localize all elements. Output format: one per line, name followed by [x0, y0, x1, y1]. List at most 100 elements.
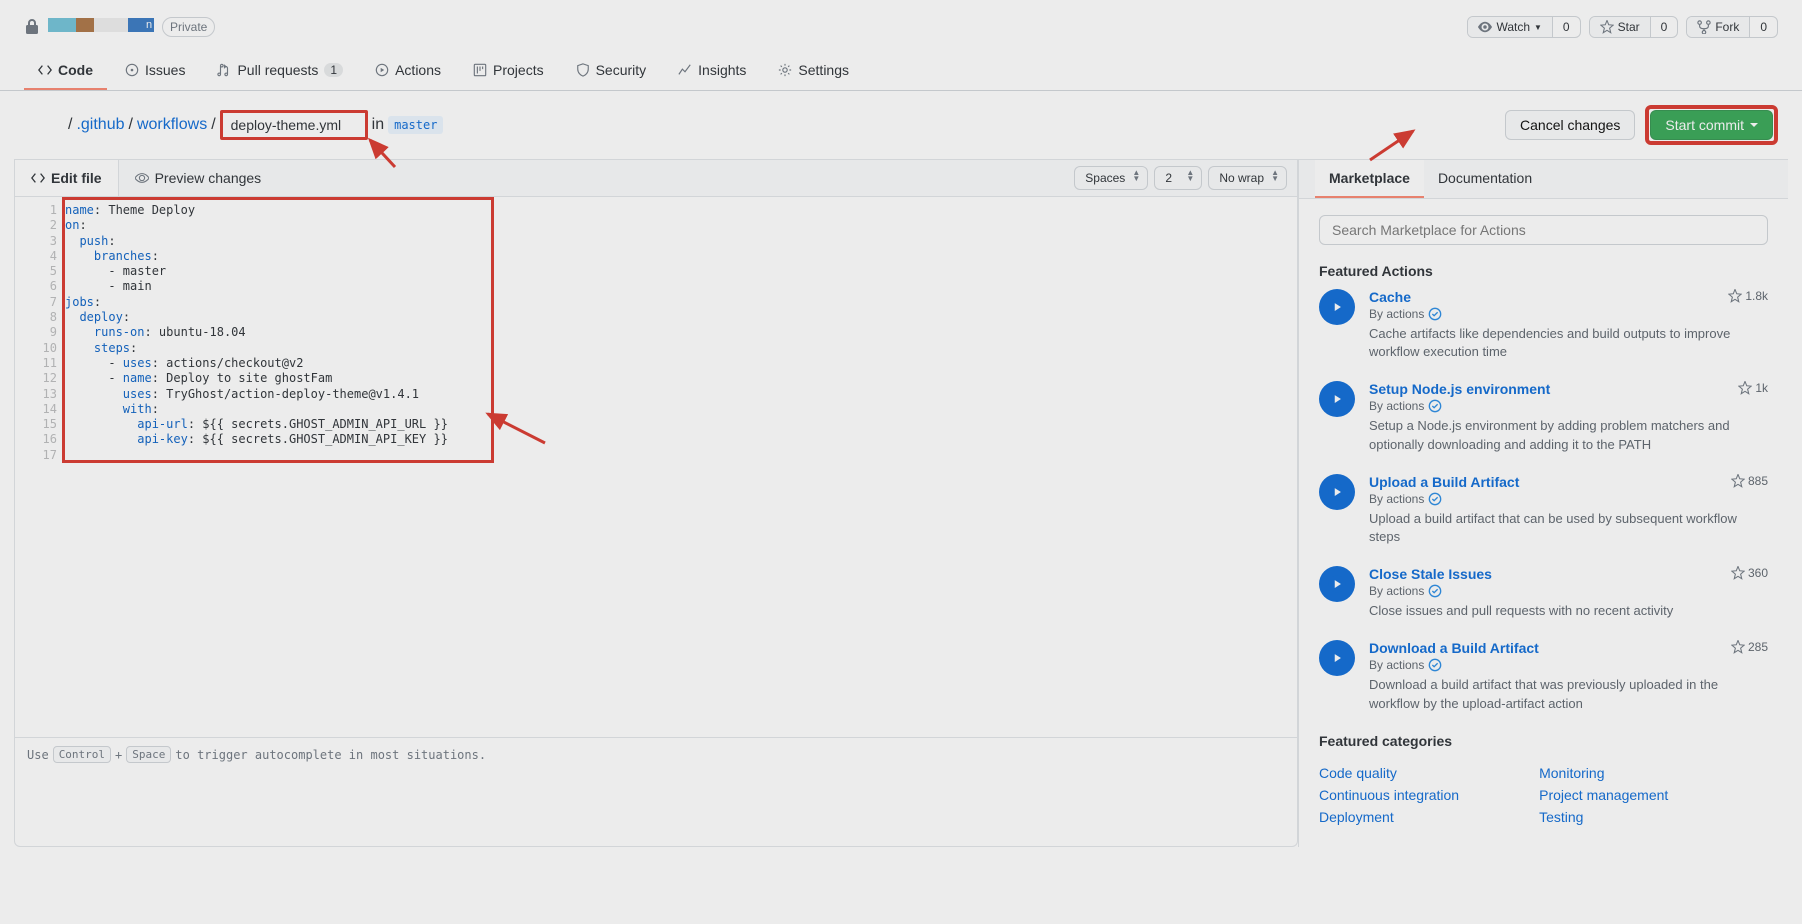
- tab-documentation[interactable]: Documentation: [1424, 160, 1546, 198]
- category-link[interactable]: Testing: [1539, 809, 1668, 825]
- action-by: By actions: [1369, 658, 1768, 672]
- play-icon: [1319, 474, 1355, 510]
- action-stars: 1k: [1738, 381, 1768, 395]
- action-title: Cache: [1369, 289, 1411, 305]
- star-label: Star: [1618, 20, 1640, 34]
- editor-tabs: Edit file Preview changes Spaces▲▼ 2▲▼ N…: [15, 160, 1297, 197]
- breadcrumb: / .github / workflows / in master: [68, 110, 443, 140]
- fork-icon: [1697, 20, 1711, 34]
- action-item[interactable]: Upload a Build Artifact 885 By actions Up…: [1319, 474, 1768, 546]
- editor-footer: Use Control + Space to trigger autocompl…: [15, 737, 1297, 771]
- eye-icon: [135, 171, 149, 185]
- action-desc: Setup a Node.js environment by adding pr…: [1369, 417, 1768, 453]
- fork-label: Fork: [1715, 20, 1739, 34]
- tab-marketplace[interactable]: Marketplace: [1315, 160, 1424, 198]
- action-stars: 1.8k: [1728, 289, 1768, 303]
- line-gutter: 1234567891011121314151617: [15, 197, 65, 737]
- action-item[interactable]: Cache 1.8kBy actions Cache artifacts lik…: [1319, 289, 1768, 361]
- search-marketplace-input[interactable]: [1319, 215, 1768, 245]
- code-editor[interactable]: 1234567891011121314151617 name: Theme De…: [15, 197, 1297, 737]
- nav-actions[interactable]: Actions: [361, 52, 455, 90]
- private-badge: Private: [162, 17, 215, 37]
- action-stars: 360: [1731, 566, 1768, 580]
- sidebar-tabs: Marketplace Documentation: [1299, 160, 1788, 199]
- kbd-space: Space: [126, 746, 171, 763]
- crumb-workflows[interactable]: workflows: [137, 116, 207, 134]
- branch-label: master: [388, 116, 443, 134]
- eye-icon: [1478, 20, 1492, 34]
- caret-down-icon: [1750, 123, 1758, 127]
- action-title: Close Stale Issues: [1369, 566, 1492, 582]
- watch-button[interactable]: Watch▼ 0: [1467, 16, 1580, 38]
- nav-settings[interactable]: Settings: [764, 52, 863, 90]
- tab-preview[interactable]: Preview changes: [119, 160, 278, 196]
- action-stars: 885: [1731, 474, 1768, 488]
- featured-categories-heading: Featured categories: [1319, 733, 1768, 749]
- action-title: Setup Node.js environment: [1369, 381, 1550, 397]
- code-icon: [38, 63, 52, 77]
- action-desc: Upload a build artifact that can be used…: [1369, 510, 1768, 546]
- issue-icon: [125, 63, 139, 77]
- repo-name-redacted: n: [48, 18, 154, 36]
- pulls-count: 1: [324, 63, 343, 77]
- nav-issues[interactable]: Issues: [111, 52, 199, 90]
- fork-button[interactable]: Fork 0: [1686, 16, 1778, 38]
- action-stars: 285: [1731, 640, 1768, 654]
- kbd-control: Control: [53, 746, 111, 763]
- category-link[interactable]: Project management: [1539, 787, 1668, 803]
- play-icon: [1319, 566, 1355, 602]
- star-button[interactable]: Star 0: [1589, 16, 1679, 38]
- action-title: Download a Build Artifact: [1369, 640, 1539, 656]
- nav-projects[interactable]: Projects: [459, 52, 558, 90]
- nav-pulls[interactable]: Pull requests1: [203, 52, 357, 90]
- nav-code[interactable]: Code: [24, 52, 107, 90]
- repo-header: n Private Watch▼ 0 Star 0 Fork 0: [0, 0, 1802, 38]
- category-link[interactable]: Continuous integration: [1319, 787, 1459, 803]
- play-icon: [1319, 381, 1355, 417]
- indent-size-select[interactable]: 2▲▼: [1154, 166, 1202, 190]
- watch-label: Watch: [1496, 20, 1530, 34]
- category-link[interactable]: Deployment: [1319, 809, 1459, 825]
- action-desc: Close issues and pull requests with no r…: [1369, 602, 1768, 620]
- play-icon: [375, 63, 389, 77]
- gear-icon: [778, 63, 792, 77]
- code-content[interactable]: name: Theme Deploy on: push: branches: -…: [65, 197, 1297, 737]
- start-commit-button[interactable]: Start commit: [1650, 110, 1773, 140]
- action-by: By actions: [1369, 492, 1768, 506]
- nav-insights[interactable]: Insights: [664, 52, 760, 90]
- cancel-button[interactable]: Cancel changes: [1505, 110, 1635, 140]
- action-item[interactable]: Download a Build Artifact 285By actions …: [1319, 640, 1768, 712]
- category-columns: Code quality Continuous integration Deploy…: [1319, 759, 1768, 831]
- action-desc: Cache artifacts like dependencies and bu…: [1369, 325, 1768, 361]
- lock-icon: [24, 19, 40, 35]
- category-link[interactable]: Monitoring: [1539, 765, 1668, 781]
- play-icon: [1319, 289, 1355, 325]
- action-item[interactable]: Close Stale Issues 360 By actions Close i…: [1319, 566, 1768, 620]
- action-by: By actions: [1369, 584, 1768, 598]
- nav-security[interactable]: Security: [562, 52, 661, 90]
- crumb-github[interactable]: .github: [76, 116, 124, 134]
- watch-count: 0: [1552, 17, 1580, 37]
- project-icon: [473, 63, 487, 77]
- breadcrumb-row: / .github / workflows / in master Cancel…: [0, 91, 1802, 159]
- commit-highlight: Start commit: [1645, 105, 1778, 145]
- graph-icon: [678, 63, 692, 77]
- pull-icon: [217, 63, 231, 77]
- featured-actions-heading: Featured Actions: [1319, 263, 1768, 279]
- filename-input[interactable]: [220, 110, 368, 140]
- star-count: 0: [1650, 17, 1678, 37]
- code-icon: [31, 171, 45, 185]
- tab-edit-file[interactable]: Edit file: [15, 160, 119, 196]
- star-icon: [1600, 20, 1614, 34]
- play-icon: [1319, 640, 1355, 676]
- in-text: in: [372, 116, 384, 134]
- action-item[interactable]: Setup Node.js environment 1k By actions S…: [1319, 381, 1768, 453]
- action-title: Upload a Build Artifact: [1369, 474, 1519, 490]
- shield-icon: [576, 63, 590, 77]
- category-link[interactable]: Code quality: [1319, 765, 1459, 781]
- action-by: By actions: [1369, 399, 1768, 413]
- action-desc: Download a build artifact that was previ…: [1369, 676, 1768, 712]
- repo-nav: Code Issues Pull requests1 Actions Proje…: [0, 52, 1802, 91]
- wrap-select[interactable]: No wrap▲▼: [1208, 166, 1287, 190]
- indent-mode-select[interactable]: Spaces▲▼: [1074, 166, 1148, 190]
